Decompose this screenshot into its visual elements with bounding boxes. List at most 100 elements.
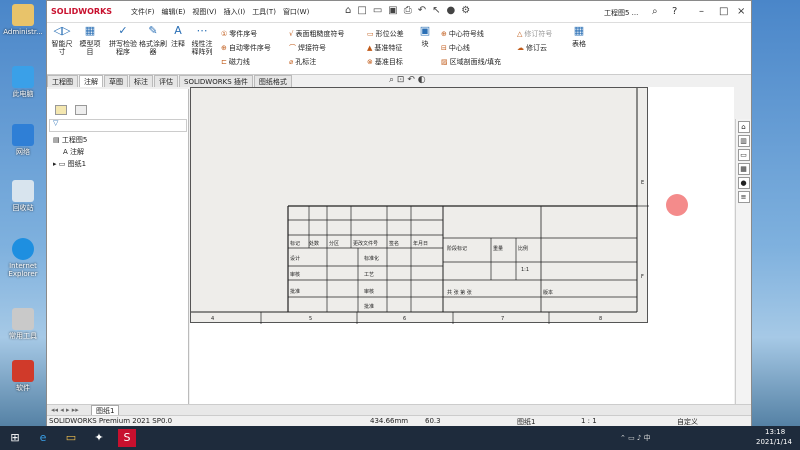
datum-feature-button[interactable]: ▲ 基准特征 [367, 43, 402, 53]
desktop-icon-this-pc[interactable]: 此电脑 [2, 66, 44, 98]
new-icon[interactable]: □ [357, 5, 366, 16]
desktop-icon-tools[interactable]: 常用工具 [2, 308, 44, 340]
zoom-fit-icon[interactable]: ⌕ [389, 75, 394, 85]
menu-insert[interactable]: 插入(I) [224, 7, 246, 17]
close-icon[interactable]: × [737, 6, 745, 17]
drawing-sheet[interactable]: 标记 处数 分区 更改文件号 签名 年月日 设计 标准化 审核 工艺 批准 批准 审核 阶段标记 重量 比例 1… [190, 87, 649, 324]
centerline-button[interactable]: ⊟ 中心线 [441, 43, 470, 53]
rebuild-icon[interactable]: ● [447, 5, 456, 16]
drawing-canvas[interactable]: 标记 处数 分区 更改文件号 签名 年月日 设计 标准化 审核 工艺 批准 批准 审核 阶段标记 重量 比例 1… [190, 75, 734, 404]
hole-callout-button[interactable]: ⌀ 孔标注 [289, 57, 316, 67]
undo-icon[interactable]: ↶ [418, 5, 426, 16]
format-painter-button[interactable]: ✎ 格式涂刷器 [139, 25, 167, 56]
property-tab-icon[interactable] [75, 105, 87, 115]
area-hatch-button[interactable]: ▨ 区域剖面线/填充 [441, 57, 501, 67]
desktop-icon-network[interactable]: 网络 [2, 124, 44, 156]
border-number-4: 4 [211, 316, 214, 322]
tab-drawing[interactable]: 工程图 [47, 75, 78, 87]
tree-item-annotations[interactable]: A 注解 [63, 147, 84, 157]
tree-label: 工程图5 [61, 136, 88, 144]
table-icon: ▦ [573, 24, 585, 37]
balloon-icon: ① [221, 30, 228, 38]
zoom-area-icon[interactable]: ⊡ [397, 75, 405, 85]
appearance-icon[interactable]: ● [737, 177, 750, 189]
magnet-icon: ⊏ [221, 58, 227, 66]
previous-view-icon[interactable]: ↶ [407, 75, 415, 85]
select-icon[interactable]: ↖ [432, 5, 440, 16]
feature-tree-tab-icon[interactable] [55, 105, 67, 115]
smart-dimension-button[interactable]: ◁▷ 智能尺寸 [49, 25, 75, 56]
tree-filter[interactable] [49, 119, 187, 132]
button-label: 自动零件序号 [228, 44, 271, 52]
menu-view[interactable]: 视图(V) [192, 7, 216, 17]
tab-evaluate[interactable]: 评估 [154, 75, 178, 87]
help-icon[interactable]: ? [672, 6, 677, 17]
label-check-2: 审核 [364, 288, 374, 295]
linear-note-pattern-button[interactable]: ⋯ 线性注释阵列 [189, 25, 215, 56]
border-number-8: 8 [599, 316, 602, 322]
tree-item-sheet[interactable]: ▸ ▭ 图纸1 [53, 159, 86, 169]
solidworks-taskbar-icon[interactable]: S [118, 429, 136, 447]
tab-sketch[interactable]: 草图 [104, 75, 128, 87]
start-icon[interactable]: ⊞ [6, 429, 24, 447]
tolerance-icon: ▭ [367, 30, 374, 38]
row-label-0: 标记 [290, 240, 300, 247]
custom-properties-icon[interactable]: ≡ [737, 191, 750, 203]
button-label: 焊接符号 [298, 44, 326, 52]
status-scale[interactable]: 1 : 1 [581, 417, 597, 425]
revision-symbol-button[interactable]: △ 修订符号 [517, 29, 552, 39]
auto-balloon-button[interactable]: ⊕ 自动零件序号 [221, 43, 271, 53]
ie-taskbar-icon[interactable]: e [34, 429, 52, 447]
home-icon[interactable]: ⌂ [345, 5, 351, 16]
tab-sheet-format[interactable]: 图纸格式 [253, 75, 292, 87]
tab-markup[interactable]: 标注 [129, 75, 153, 87]
desktop-icon-ie[interactable]: Internet Explorer [2, 238, 44, 278]
minimize-icon[interactable]: – [699, 6, 704, 17]
menu-file[interactable]: 文件(F) [131, 7, 155, 17]
datum-target-button[interactable]: ⊗ 基准目标 [367, 57, 403, 67]
surface-finish-button[interactable]: √ 表面粗糙度符号 [289, 29, 344, 39]
design-library-icon[interactable]: ▥ [737, 135, 750, 147]
home-icon[interactable]: ⌂ [737, 121, 750, 133]
menu-tools[interactable]: 工具(T) [252, 7, 276, 17]
view-palette-icon[interactable]: ▦ [737, 163, 750, 175]
open-icon[interactable]: ▭ [373, 5, 382, 16]
maximize-icon[interactable]: □ [719, 6, 728, 17]
display-style-icon[interactable]: ◐ [418, 75, 426, 85]
tab-annotation[interactable]: 注解 [79, 75, 103, 87]
revision-cloud-button[interactable]: ☁ 修订云 [517, 43, 547, 53]
sheet-nav-icon[interactable]: ◂◂ ◂ ▸ ▸▸ [51, 406, 79, 414]
save-icon[interactable]: ▣ [388, 5, 397, 16]
datum-target-icon: ⊗ [367, 58, 373, 66]
geometric-tolerance-button[interactable]: ▭ 形位公差 [367, 29, 404, 39]
balloon-button[interactable]: ① 零件序号 [221, 29, 257, 39]
app-taskbar-icon[interactable]: ✦ [90, 429, 108, 447]
table-button[interactable]: ▦ 表格 [569, 24, 589, 48]
file-explorer-icon[interactable]: ▭ [737, 149, 750, 161]
blocks-button[interactable]: ▣ 块 [417, 25, 433, 48]
system-tray[interactable]: ⌃ ▭ ♪ 中 [620, 433, 651, 443]
desktop-icon-software[interactable]: 软件 [2, 360, 44, 392]
label-scale: 比例 [518, 245, 528, 252]
center-mark-button[interactable]: ⊕ 中心符号线 [441, 29, 484, 39]
note-button[interactable]: A 注释 [169, 25, 187, 48]
tab-addins[interactable]: SOLIDWORKS 插件 [179, 75, 253, 87]
desktop-icon-recycle-bin[interactable]: 回收站 [2, 180, 44, 212]
desktop-icon-label: Administr... [3, 28, 43, 36]
model-items-button[interactable]: ▦ 模型项目 [77, 25, 103, 56]
search-icon[interactable]: ⌕ [652, 6, 658, 17]
options-icon[interactable]: ⚙ [461, 5, 470, 16]
explorer-taskbar-icon[interactable]: ▭ [62, 429, 80, 447]
print-icon[interactable]: ⎙ [404, 5, 412, 16]
tree-label: 注解 [70, 148, 85, 156]
title-block-drawing: 标记 处数 分区 更改文件号 签名 年月日设计 标准化审核 工艺批准批准审核阶段标记 重量 比例1… [191, 88, 649, 324]
menu-window[interactable]: 窗口(W) [283, 7, 309, 17]
magnetic-line-button[interactable]: ⊏ 磁力线 [221, 57, 250, 67]
button-label: 零件序号 [229, 30, 258, 38]
hatch-icon: ▨ [441, 58, 448, 66]
weld-symbol-button[interactable]: ⌒ 焊接符号 [289, 43, 326, 53]
spell-check-button[interactable]: ✓ 拼写检验程序 [109, 25, 137, 56]
desktop-icon-admin[interactable]: Administr... [2, 4, 44, 36]
tree-root-item[interactable]: ▤ 工程图5 [53, 135, 87, 145]
menu-edit[interactable]: 编辑(E) [162, 7, 186, 17]
